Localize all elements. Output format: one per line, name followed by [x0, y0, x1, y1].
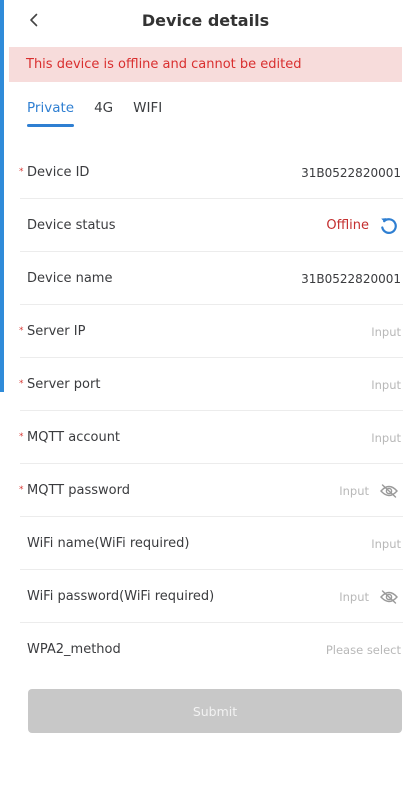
back-button[interactable]: [20, 6, 48, 34]
wifi-name-input[interactable]: Input: [371, 537, 401, 551]
mqtt-password-label: MQTT password: [27, 483, 130, 498]
wifi-name-row: WiFi name(WiFi required) Input: [0, 517, 411, 570]
mqtt-account-label: MQTT account: [27, 430, 121, 445]
mqtt-account-row: * MQTT account Input: [0, 411, 411, 464]
toggle-password-visibility-button[interactable]: [377, 479, 401, 503]
eye-off-icon: [380, 589, 398, 604]
eye-off-icon: [380, 483, 398, 498]
device-status-value: Offline: [326, 218, 369, 233]
page-title: Device details: [141, 10, 270, 30]
device-name-row: Device name 31B0522820001: [0, 252, 411, 305]
device-status-label: Device status: [27, 218, 116, 233]
header: Device details: [0, 0, 411, 44]
required-marker: *: [19, 485, 24, 495]
device-name-label: Device name: [27, 271, 113, 286]
required-marker: *: [19, 432, 24, 442]
mqtt-password-row: * MQTT password Input: [0, 464, 411, 517]
tab-4g[interactable]: 4G: [94, 100, 113, 116]
mqtt-account-input[interactable]: Input: [371, 431, 401, 445]
refresh-icon: [381, 217, 397, 234]
submit-button[interactable]: Submit: [28, 689, 402, 733]
tab-bar: Private 4G WIFI: [0, 100, 411, 128]
required-marker: *: [19, 379, 24, 389]
device-id-row: * Device ID 31B0522820001: [0, 146, 411, 199]
server-ip-row: * Server IP Input: [0, 305, 411, 358]
tab-private-label: Private: [27, 100, 75, 116]
tab-wifi[interactable]: WIFI: [133, 100, 162, 116]
server-port-label: Server port: [27, 377, 101, 392]
device-form: * Device ID 31B0522820001 Device status …: [0, 146, 411, 676]
offline-banner: This device is offline and cannot be edi…: [9, 47, 402, 82]
device-id-value: 31B0522820001: [301, 165, 401, 180]
required-marker: *: [19, 167, 24, 177]
server-port-input[interactable]: Input: [371, 378, 401, 392]
chevron-left-icon: [30, 13, 38, 27]
device-id-label: Device ID: [27, 165, 90, 180]
toggle-wifi-password-visibility-button[interactable]: [377, 585, 401, 609]
tab-4g-label: 4G: [94, 100, 114, 116]
wifi-password-group: Input: [339, 585, 401, 609]
server-ip-label: Server IP: [27, 324, 86, 339]
device-status-value-group: Offline: [326, 214, 401, 238]
wifi-name-label: WiFi name(WiFi required): [27, 536, 190, 551]
mqtt-password-group: Input: [339, 479, 401, 503]
wpa2-method-label: WPA2_method: [27, 642, 121, 657]
wifi-password-row: WiFi password(WiFi required) Input: [0, 570, 411, 623]
device-status-row: Device status Offline: [0, 199, 411, 252]
device-name-value: 31B0522820001: [301, 271, 401, 286]
required-marker: *: [19, 326, 24, 336]
server-port-row: * Server port Input: [0, 358, 411, 411]
refresh-status-button[interactable]: [377, 214, 401, 238]
wpa2-method-row: WPA2_method Please select: [0, 623, 411, 676]
wpa2-method-select[interactable]: Please select: [326, 643, 401, 657]
tab-wifi-label: WIFI: [133, 100, 163, 116]
wifi-password-label: WiFi password(WiFi required): [27, 589, 215, 604]
server-ip-input[interactable]: Input: [371, 325, 401, 339]
mqtt-password-input[interactable]: Input: [339, 484, 369, 498]
active-tab-indicator: [27, 124, 75, 127]
wifi-password-input[interactable]: Input: [339, 590, 369, 604]
tab-private[interactable]: Private: [27, 100, 75, 127]
